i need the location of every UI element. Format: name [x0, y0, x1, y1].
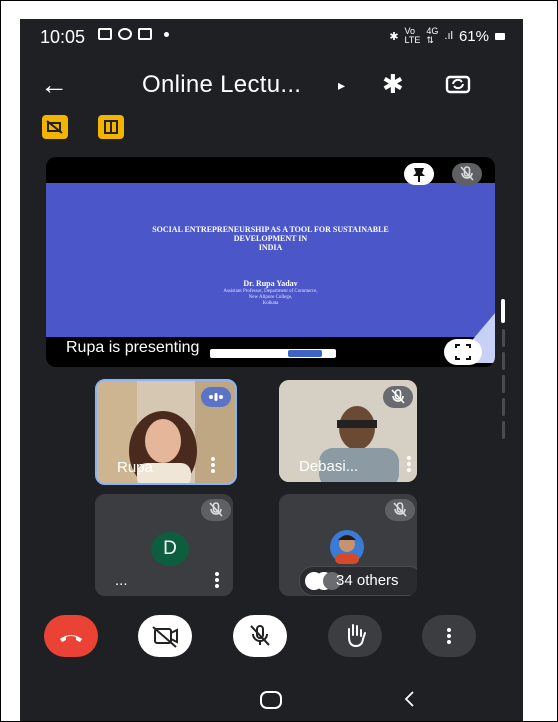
phone-screen: 10:05 ✱ Vo LTE 4G ⇅ .ıl 61% ← Online Lectu… — [20, 19, 523, 721]
notification-icons — [98, 28, 169, 40]
participant-tile-debasi[interactable]: Debasi... — [279, 380, 417, 482]
end-call-icon — [60, 635, 82, 642]
door-badge-icon[interactable] — [98, 115, 124, 139]
slide-affiliation-line: Kolkata — [262, 301, 279, 306]
scroll-indicator — [502, 398, 505, 416]
slide-author: Dr. Rupa Yadav — [243, 279, 298, 288]
mic-off-icon — [452, 163, 482, 185]
scroll-indicator — [502, 352, 505, 370]
more-notifications-dot-icon — [164, 31, 169, 37]
more-options-button[interactable] — [422, 615, 476, 657]
slide-title-line: SOCIAL ENTREPRENEURSHIP AS A TOOL FOR SU… — [152, 225, 389, 234]
mic-off-icon — [385, 499, 415, 521]
others-count-label: 34 others — [336, 572, 399, 589]
speaking-indicator-icon — [201, 387, 231, 407]
status-bar: 10:05 ✱ Vo LTE 4G ⇅ .ıl 61% — [20, 19, 523, 55]
raise-hand-button[interactable] — [328, 615, 382, 657]
shared-slide: SOCIAL ENTREPRENEURSHIP AS A TOOL FOR SU… — [46, 183, 495, 363]
signal-lte-icon: Vo LTE — [404, 26, 421, 45]
avatar: D — [151, 532, 189, 566]
android-nav-bar — [20, 677, 523, 721]
battery-percent: 61% — [458, 27, 489, 45]
whatsapp-notification-icon — [118, 28, 132, 40]
presentation-tile[interactable]: SOCIAL ENTREPRENEURSHIP AS A TOOL FOR SU… — [46, 157, 495, 367]
signal-4g-icon: 4G ⇅ — [426, 26, 439, 45]
home-nav-icon[interactable] — [260, 691, 282, 709]
scroll-indicator — [502, 329, 505, 347]
raise-hand-icon — [348, 624, 366, 648]
participant-name: Debasi... — [299, 458, 359, 475]
expand-icon[interactable] — [444, 339, 482, 365]
title-caret-icon[interactable]: ▸ — [338, 77, 345, 94]
signal-bars-icon: .ıl — [444, 30, 453, 42]
slide-title-line: DEVELOPMENT IN — [233, 234, 308, 243]
back-arrow-icon[interactable]: ← — [40, 69, 68, 101]
others-count-chip[interactable]: 34 others — [299, 566, 417, 596]
mic-toggle-button[interactable] — [233, 615, 287, 657]
participant-tile-d[interactable]: D ... — [95, 494, 233, 596]
scrollbar-thumb[interactable] — [501, 299, 505, 323]
slide-affiliation: Assistant Professor, Department of Comme… — [46, 289, 495, 307]
camera-toggle-button[interactable] — [138, 615, 192, 657]
screenshot-frame: 10:05 ✱ Vo LTE 4G ⇅ .ıl 61% ← Online Lectu… — [0, 0, 558, 722]
meeting-title[interactable]: Online Lectu... — [142, 71, 301, 99]
camera-off-icon — [152, 626, 178, 648]
more-options-icon[interactable] — [407, 456, 411, 472]
camera-disabled-badge-icon[interactable] — [42, 115, 68, 139]
participant-tile-others[interactable]: 34 others — [279, 494, 417, 596]
more-options-icon — [447, 628, 451, 644]
participant-name: Rupa — [117, 459, 153, 476]
more-options-icon[interactable] — [215, 572, 219, 588]
gallery-notification-icon — [98, 28, 112, 40]
slide-title-line: INDIA — [258, 243, 283, 252]
status-right: ✱ Vo LTE 4G ⇅ .ıl 61% — [389, 27, 505, 45]
back-nav-icon[interactable] — [402, 689, 416, 709]
participant-name: ... — [115, 572, 128, 589]
end-call-button[interactable] — [44, 615, 98, 657]
participant-tile-rupa[interactable]: Rupa — [95, 379, 237, 485]
mic-off-icon — [250, 625, 270, 646]
slide-share-bar — [210, 349, 336, 358]
bluetooth-icon[interactable]: ✱ — [382, 69, 404, 100]
calendar-notification-icon — [138, 28, 152, 40]
mic-off-icon — [201, 499, 231, 521]
meeting-header: ← Online Lectu... ▸ ✱ — [20, 67, 523, 111]
scroll-indicator — [502, 421, 505, 439]
more-options-icon[interactable] — [211, 457, 215, 473]
mic-off-icon — [383, 386, 413, 408]
battery-icon — [495, 32, 505, 40]
scroll-indicator — [502, 375, 505, 393]
pin-icon[interactable] — [404, 163, 434, 185]
slide-share-button — [288, 350, 322, 357]
presenting-label: Rupa is presenting — [66, 339, 200, 356]
slide-title: SOCIAL ENTREPRENEURSHIP AS A TOOL FOR SU… — [46, 225, 495, 252]
bluetooth-status-icon: ✱ — [389, 30, 399, 43]
switch-camera-icon[interactable] — [444, 73, 472, 95]
status-time: 10:05 — [40, 27, 86, 47]
avatar — [330, 530, 364, 564]
